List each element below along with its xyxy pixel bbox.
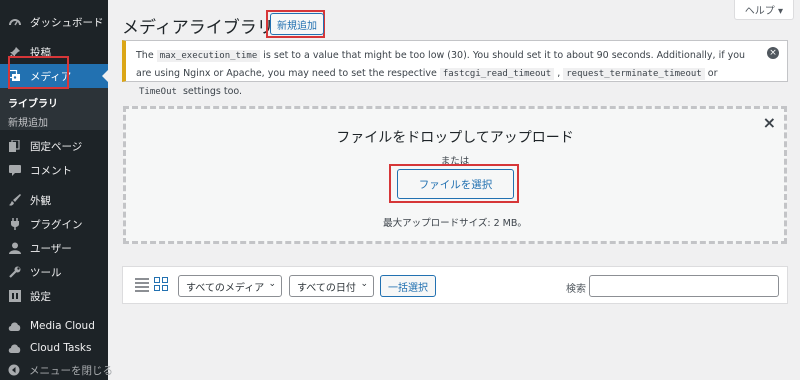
menu-item-posts[interactable]: 投稿 <box>0 40 108 64</box>
menu-item-dashboard[interactable]: ダッシュボード <box>0 10 108 34</box>
help-tab-label: ヘルプ ▾ <box>744 6 783 17</box>
menu-item-cloud-tasks[interactable]: Cloud Tasks <box>0 336 108 360</box>
menu-item-users[interactable]: ユーザー <box>0 236 108 260</box>
menu-item-label: メニューを閉じる <box>29 364 113 377</box>
add-new-button[interactable]: 新規追加 <box>270 13 324 35</box>
menu-item-label: 設定 <box>30 290 51 303</box>
help-tab-button[interactable]: ヘルプ ▾ <box>733 0 794 20</box>
notice-text: settings too. <box>179 86 243 97</box>
media-icon <box>8 70 21 83</box>
notice-code: request_terminate_timeout <box>563 68 705 80</box>
or-separator: または <box>440 156 470 167</box>
notice-code: fastcgi_read_timeout <box>439 68 555 80</box>
plugin-icon <box>8 218 21 231</box>
user-icon <box>8 242 21 255</box>
submenu-item-add-new[interactable]: 新規追加 <box>8 114 48 129</box>
menu-item-settings[interactable]: 設定 <box>0 284 108 308</box>
chevron-down-icon: ⌄ <box>360 279 368 289</box>
menu-item-label: メディア <box>30 70 72 83</box>
page-icon <box>8 140 21 153</box>
list-view-icon[interactable] <box>135 278 149 292</box>
collapse-icon <box>8 364 20 377</box>
dashboard-icon <box>8 16 21 29</box>
cloud-icon <box>8 320 21 333</box>
select-files-button[interactable]: ファイルを選択 <box>397 169 514 199</box>
menu-item-label: ユーザー <box>30 242 72 255</box>
grid-view-icon[interactable] <box>154 277 168 291</box>
media-toolbar: すべてのメディア ⌄ すべての日付 ⌄ 一括選択 検索 <box>122 266 788 304</box>
drop-instructions: ファイルをドロップしてアップロード <box>336 130 574 146</box>
menu-item-label: 投稿 <box>30 46 51 59</box>
notice-text: The <box>136 50 157 61</box>
media-type-filter-value: すべてのメディア <box>186 282 265 294</box>
menu-item-label: Cloud Tasks <box>30 342 92 354</box>
menu-item-label: プラグイン <box>30 218 83 231</box>
notice-text: , <box>554 68 564 79</box>
media-submenu: ライブラリ 新規追加 <box>0 88 108 130</box>
bulk-select-button[interactable]: 一括選択 <box>380 275 436 297</box>
menu-item-media[interactable]: メディア <box>0 64 108 88</box>
upload-drop-zone[interactable]: × ファイルをドロップしてアップロード または ファイルを選択 最大アップロード… <box>123 106 787 244</box>
menu-item-comments[interactable]: コメント <box>0 158 108 182</box>
search-input[interactable] <box>589 275 779 297</box>
wrench-icon <box>8 266 21 279</box>
menu-item-label: コメント <box>30 164 72 177</box>
date-filter[interactable]: すべての日付 ⌄ <box>289 275 374 297</box>
notice-code: TimeOut <box>136 86 180 98</box>
menu-item-label: Media Cloud <box>30 320 95 332</box>
warning-notice: The max_execution_time is set to a value… <box>122 40 788 98</box>
dismiss-notice-icon[interactable]: × <box>767 47 779 59</box>
search-label: 検索 <box>566 284 586 295</box>
settings-icon <box>8 290 21 303</box>
cloud-icon <box>8 342 21 355</box>
collapse-menu-button[interactable]: メニューを閉じる <box>0 358 113 380</box>
comment-icon <box>8 164 21 177</box>
max-upload-size: 最大アップロードサイズ: 2 MB。 <box>383 218 527 229</box>
menu-item-plugins[interactable]: プラグイン <box>0 212 108 236</box>
page-title: メディアライブラリ <box>122 18 274 38</box>
submenu-item-library[interactable]: ライブラリ <box>8 95 58 110</box>
menu-item-label: ダッシュボード <box>30 16 104 29</box>
menu-item-pages[interactable]: 固定ページ <box>0 134 108 158</box>
date-filter-value: すべての日付 <box>297 282 356 294</box>
brush-icon <box>8 194 21 207</box>
menu-item-appearance[interactable]: 外観 <box>0 188 108 212</box>
menu-item-media-cloud[interactable]: Media Cloud <box>0 314 108 338</box>
main-content: メディアライブラリ 新規追加 ヘルプ ▾ The max_execution_t… <box>108 0 800 380</box>
media-type-filter[interactable]: すべてのメディア ⌄ <box>178 275 282 297</box>
notice-text: or <box>704 68 718 79</box>
notice-code: max_execution_time <box>156 50 261 62</box>
chevron-down-icon: ⌄ <box>268 279 276 289</box>
menu-item-label: 固定ページ <box>30 140 83 153</box>
menu-item-label: ツール <box>30 266 62 279</box>
admin-sidebar: ダッシュボード 投稿 メディア ライブラリ 新規追加 固定ページ コメント 外観 <box>0 0 113 380</box>
menu-item-label: 外観 <box>30 194 51 207</box>
pin-icon <box>8 46 21 59</box>
menu-item-tools[interactable]: ツール <box>0 260 108 284</box>
